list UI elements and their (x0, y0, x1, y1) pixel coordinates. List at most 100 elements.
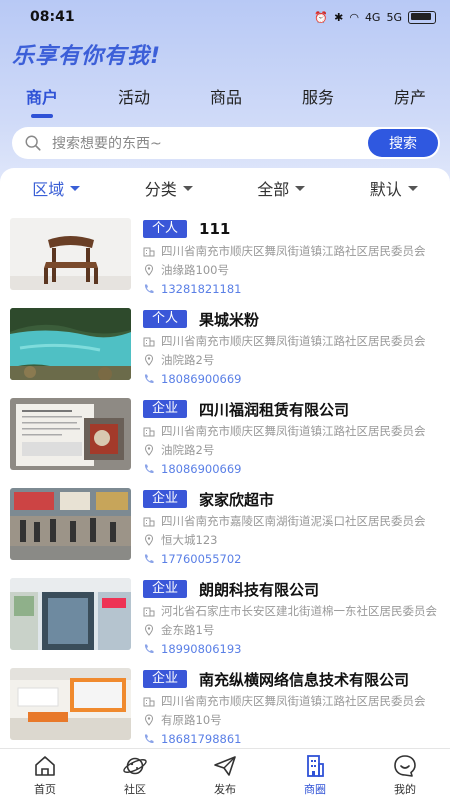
filter-sort[interactable]: 默认 (338, 176, 450, 200)
alarm-icon: ⏰ (314, 10, 329, 24)
send-icon (214, 755, 236, 776)
nav-business[interactable]: 商圈 (270, 749, 360, 800)
merchant-street: 金东路1号 (161, 623, 215, 637)
tab-activities[interactable]: 活动 (118, 84, 150, 118)
status-icons: ⏰ ✱ ◠ 4G 5G (314, 10, 436, 24)
filter-region[interactable]: 区域 (0, 176, 113, 200)
location-pin-icon (144, 534, 154, 546)
merchant-street: 油院路2号 (161, 353, 215, 367)
merchant-phone[interactable]: 18990806193 (161, 642, 241, 656)
merchant-title-row: 企业 家家欣超市 (143, 489, 438, 509)
search-button[interactable]: 搜索 (368, 129, 438, 157)
merchant-street-row: 油缘路100号 (143, 261, 438, 279)
filter-all[interactable]: 全部 (225, 176, 338, 200)
tab-goods[interactable]: 商品 (210, 84, 242, 118)
nav-community[interactable]: 社区 (90, 749, 180, 800)
filter-sort-label: 默认 (369, 180, 402, 199)
building-icon (307, 754, 324, 777)
location-pin-icon (144, 264, 154, 276)
planet-icon (123, 757, 147, 774)
filter-region-label: 区域 (32, 180, 65, 199)
merchant-type-badge: 企业 (143, 670, 188, 688)
merchant-phone[interactable]: 18086900669 (161, 372, 241, 386)
smile-icon (394, 754, 416, 777)
merchant-address-row: 四川省南充市顺庆区舞凤街道镇江路社区居民委员会 (143, 692, 438, 710)
merchant-item[interactable]: 企业 四川福润租赁有限公司 四川省南充市顺庆区舞凤街道镇江路社区居民委员会 油院… (0, 398, 450, 488)
merchant-phone-row: 13281821181 (143, 280, 438, 298)
merchant-info: 企业 朗朗科技有限公司 河北省石家庄市长安区建北街道棉一东社区居民委员会 金东路… (143, 578, 438, 668)
merchant-title-row: 企业 朗朗科技有限公司 (143, 579, 438, 599)
merchant-address: 河北省石家庄市长安区建北街道棉一东社区居民委员会 (161, 604, 437, 618)
nav-home[interactable]: 首页 (0, 749, 90, 800)
phone-icon (144, 464, 154, 474)
merchant-info: 个人 111 四川省南充市顺庆区舞凤街道镇江路社区居民委员会 油缘路100号 1… (143, 218, 438, 308)
merchant-phone[interactable]: 18086900669 (161, 462, 241, 476)
home-icon (35, 755, 55, 776)
merchant-name: 家家欣超市 (199, 490, 275, 509)
merchant-address-row: 河北省石家庄市长安区建北街道棉一东社区居民委员会 (143, 602, 438, 620)
bluetooth-icon: ✱ (334, 10, 344, 24)
merchant-street: 有原路10号 (161, 713, 222, 727)
filter-category[interactable]: 分类 (113, 176, 226, 200)
filter-bar: 区域 分类 全部 默认 (0, 168, 450, 208)
nav-publish[interactable]: 发布 (180, 749, 270, 800)
search-bar[interactable]: 搜索想要的东西~ 搜索 (12, 127, 440, 159)
tab-property[interactable]: 房产 (394, 84, 426, 118)
nav-mine[interactable]: 我的 (360, 749, 450, 800)
search-input[interactable]: 搜索想要的东西~ (52, 133, 368, 153)
location-pin-icon (144, 624, 154, 636)
merchant-phone[interactable]: 13281821181 (161, 282, 241, 296)
search-icon (25, 135, 41, 151)
slogan: 乐享有你有我! (12, 44, 162, 69)
caret-down-icon (407, 185, 418, 191)
merchant-phone[interactable]: 18681798861 (161, 732, 241, 746)
merchant-item[interactable]: 个人 果城米粉 四川省南充市顺庆区舞凤街道镇江路社区居民委员会 油院路2号 18… (0, 308, 450, 398)
merchant-item[interactable]: 个人 111 四川省南充市顺庆区舞凤街道镇江路社区居民委员会 油缘路100号 1… (0, 218, 450, 308)
caret-down-icon (70, 185, 81, 191)
merchant-phone-row: 18681798861 (143, 730, 438, 748)
merchant-street-row: 金东路1号 (143, 621, 438, 639)
merchant-item[interactable]: 企业 家家欣超市 四川省南充市嘉陵区南湖街道泥溪口社区居民委员会 恒大城123 … (0, 488, 450, 578)
phone-icon (144, 374, 154, 384)
merchant-thumbnail (10, 308, 131, 380)
phone-icon (144, 734, 154, 744)
merchant-name: 四川福润租赁有限公司 (199, 400, 350, 419)
merchant-panel: 区域 分类 全部 默认 个人 111 四川省南充市顺庆区舞凤街道镇江路社区居民委… (0, 168, 450, 748)
merchant-street: 油缘路100号 (161, 263, 229, 277)
merchant-item[interactable]: 企业 朗朗科技有限公司 河北省石家庄市长安区建北街道棉一东社区居民委员会 金东路… (0, 578, 450, 668)
tab-merchants[interactable]: 商户 (26, 84, 58, 118)
merchant-name: 朗朗科技有限公司 (199, 580, 320, 599)
tab-services[interactable]: 服务 (302, 84, 334, 118)
network-label-2: 5G (386, 10, 402, 24)
merchant-address-row: 四川省南充市顺庆区舞凤街道镇江路社区居民委员会 (143, 332, 438, 350)
location-pin-icon (144, 714, 154, 726)
phone-icon (144, 644, 154, 654)
merchant-title-row: 个人 果城米粉 (143, 309, 438, 329)
merchant-type-badge: 个人 (143, 310, 188, 328)
merchant-name: 果城米粉 (199, 310, 260, 329)
phone-icon (144, 284, 154, 294)
category-tabs: 商户 活动 商品 服务 房产 (0, 84, 450, 118)
nav-mine-label: 我的 (394, 782, 416, 796)
merchant-address: 四川省南充市顺庆区舞凤街道镇江路社区居民委员会 (161, 694, 426, 708)
merchant-item[interactable]: 企业 南充纵横网络信息技术有限公司 四川省南充市顺庆区舞凤街道镇江路社区居民委员… (0, 668, 450, 748)
merchant-thumbnail (10, 578, 131, 650)
merchant-street-row: 油院路2号 (143, 351, 438, 369)
merchant-phone-row: 17760055702 (143, 550, 438, 568)
merchant-street-row: 有原路10号 (143, 711, 438, 729)
merchant-list: 个人 111 四川省南充市顺庆区舞凤街道镇江路社区居民委员会 油缘路100号 1… (0, 208, 450, 748)
merchant-street-row: 油院路2号 (143, 441, 438, 459)
building-small-icon (143, 517, 155, 527)
status-bar: 08:41 ⏰ ✱ ◠ 4G 5G (0, 0, 450, 34)
merchant-phone-row: 18990806193 (143, 640, 438, 658)
filter-all-label: 全部 (257, 180, 290, 199)
merchant-title-row: 个人 111 (143, 219, 438, 239)
nav-publish-label: 发布 (214, 782, 236, 796)
merchant-address-row: 四川省南充市嘉陵区南湖街道泥溪口社区居民委员会 (143, 512, 438, 530)
merchant-phone[interactable]: 17760055702 (161, 552, 241, 566)
building-small-icon (143, 427, 155, 437)
merchant-type-badge: 个人 (143, 220, 188, 238)
merchant-street: 恒大城123 (161, 533, 218, 547)
building-small-icon (143, 337, 155, 347)
phone-icon (144, 554, 154, 564)
